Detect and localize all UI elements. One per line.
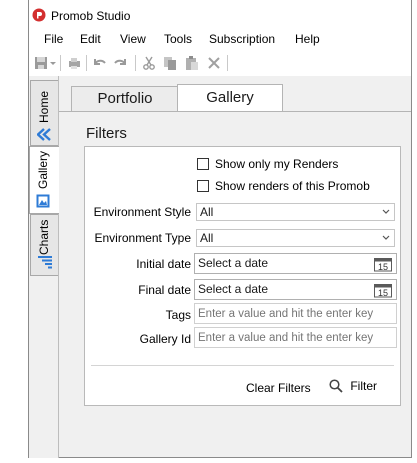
tab-portfolio[interactable]: Portfolio [71, 86, 179, 111]
top-tabs: Portfolio Gallery [59, 76, 411, 112]
tags-label: Tags [165, 308, 191, 322]
dropdown-icon[interactable] [49, 55, 57, 71]
initial-date-picker[interactable]: Select a date 15 [194, 253, 397, 274]
tags-input[interactable] [194, 303, 397, 324]
delete-icon[interactable] [206, 55, 222, 71]
search-icon [329, 379, 343, 393]
print-icon[interactable] [66, 55, 82, 71]
calendar-icon[interactable]: 15 [373, 256, 393, 272]
environment-type-select[interactable]: All [196, 229, 395, 247]
only-my-renders-label: Show only my Renders [215, 157, 339, 171]
side-tab-home[interactable]: Home [30, 80, 58, 146]
calendar-day: 15 [378, 262, 388, 272]
only-my-renders-checkbox[interactable] [197, 158, 209, 170]
chevron-down-icon [382, 209, 390, 214]
tab-gallery[interactable]: Gallery [177, 84, 283, 112]
cut-icon[interactable] [141, 55, 157, 71]
initial-date-label: Initial date [136, 257, 191, 271]
filters-box: Show only my Renders Show renders of thi… [84, 146, 401, 406]
menu-view[interactable]: View [120, 32, 146, 46]
copy-icon[interactable] [162, 55, 178, 71]
initial-date-value: Select a date [198, 256, 269, 270]
filters-title: Filters [86, 125, 127, 142]
environment-style-select[interactable]: All [196, 203, 395, 221]
environment-style-value: All [200, 205, 214, 219]
gallery-icon [36, 194, 50, 208]
app-title: Promob Studio [51, 9, 131, 23]
environment-style-label: Environment Style [93, 205, 191, 219]
calendar-day: 15 [378, 288, 388, 298]
menu-subscription[interactable]: Subscription [209, 32, 275, 46]
title-bar: Promob Studio [29, 0, 411, 30]
menu-bar: File Edit View Tools Subscription Help [29, 30, 411, 50]
final-date-picker[interactable]: Select a date 15 [194, 279, 397, 300]
promob-logo-icon [32, 8, 46, 22]
filters-divider [91, 365, 394, 366]
gallery-id-label: Gallery Id [139, 332, 191, 346]
save-icon[interactable] [33, 55, 49, 71]
menu-help[interactable]: Help [295, 32, 320, 46]
menu-file[interactable]: File [44, 32, 63, 46]
renders-this-promob-checkbox[interactable] [197, 180, 209, 192]
chevron-down-icon [382, 235, 390, 240]
side-tab-home-label: Home [37, 90, 51, 123]
main-content: Portfolio Gallery Filters Show only my R… [59, 76, 411, 456]
side-tab-charts-label: Charts [37, 219, 51, 255]
final-date-value: Select a date [198, 282, 269, 296]
side-tab-gallery[interactable]: Gallery [29, 146, 59, 214]
gallery-id-input[interactable] [194, 327, 397, 348]
undo-icon[interactable] [91, 55, 107, 71]
app-window: Promob Studio File Edit View Tools Subsc… [28, 0, 412, 458]
side-tab-gallery-label: Gallery [36, 150, 50, 189]
paste-icon[interactable] [184, 55, 200, 71]
menu-tools[interactable]: Tools [164, 32, 192, 46]
toolbar [29, 50, 411, 77]
calendar-icon[interactable]: 15 [373, 282, 393, 298]
filter-button-label: Filter [350, 379, 378, 393]
redo-icon[interactable] [113, 55, 129, 71]
renders-this-promob-label: Show renders of this Promob [215, 179, 370, 193]
menu-edit[interactable]: Edit [80, 32, 101, 46]
chart-icon [38, 256, 52, 269]
side-tab-charts[interactable]: Charts [30, 214, 58, 276]
filter-button[interactable]: Filter [329, 379, 377, 393]
side-tab-strip: Home Gallery Charts [29, 76, 59, 458]
clear-filters-button[interactable]: Clear Filters [246, 381, 311, 395]
final-date-label: Final date [138, 283, 191, 297]
environment-type-label: Environment Type [94, 231, 192, 245]
environment-type-value: All [200, 231, 214, 245]
home-arrow-icon [37, 128, 51, 141]
